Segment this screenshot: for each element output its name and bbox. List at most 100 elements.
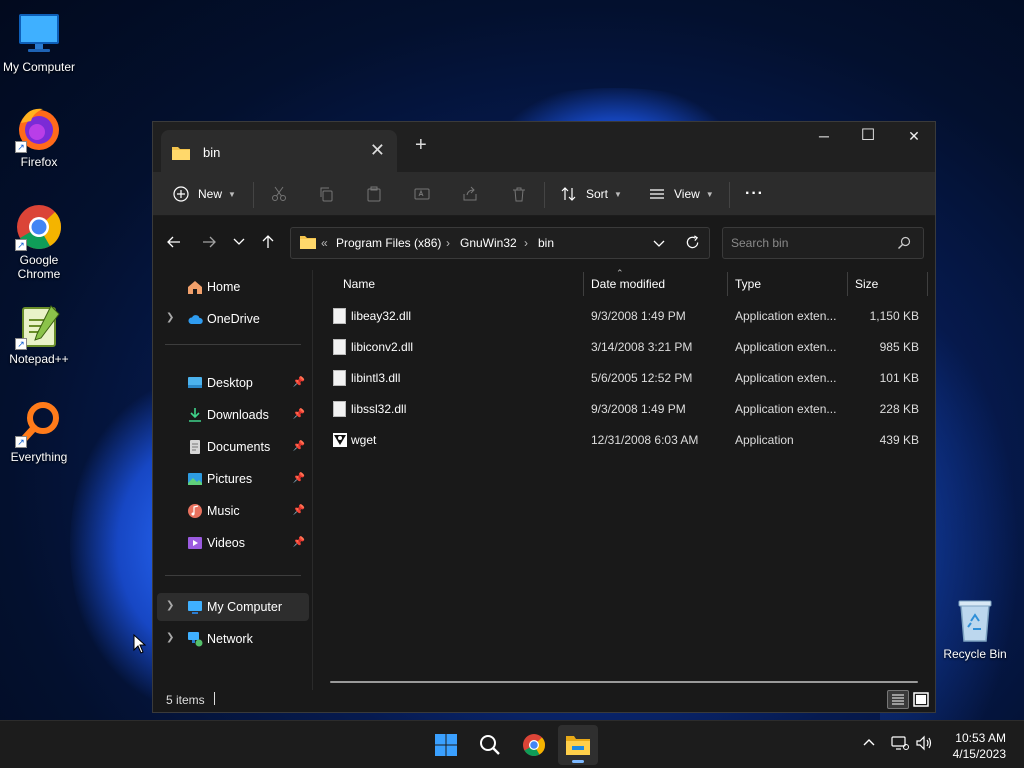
pin-icon[interactable]: 📌 [293, 473, 305, 484]
column-header-date-modified[interactable]: Date modified [585, 270, 727, 298]
pin-icon[interactable]: 📌 [293, 409, 305, 420]
tab-bin[interactable]: bin ✕ [161, 130, 397, 172]
desktop-icon-recycle-bin[interactable]: Recycle Bin [936, 597, 1014, 661]
desktop-icon-my-computer[interactable]: My Computer [0, 10, 78, 74]
maximize-button[interactable]: ☐ [845, 122, 891, 152]
rename-button[interactable] [414, 172, 430, 216]
nav-item-music[interactable]: Music 📌 [157, 497, 309, 525]
address-bar[interactable]: « Program Files (x86) › GnuWin32 › bin [290, 227, 710, 259]
dll-file-icon [333, 308, 346, 324]
chrome-icon: ↗ [15, 203, 63, 251]
dll-file-icon [333, 401, 346, 417]
delete-button[interactable] [511, 172, 527, 216]
pin-icon[interactable]: 📌 [293, 441, 305, 452]
file-row[interactable]: wget 12/31/2008 6:03 AM Application 439 … [327, 426, 933, 454]
column-separator[interactable] [847, 272, 848, 296]
paste-button[interactable] [366, 172, 382, 216]
chevron-right-icon[interactable]: ❯ [166, 632, 174, 643]
active-indicator [572, 760, 584, 763]
forward-button[interactable] [201, 234, 217, 255]
more-options-button[interactable]: ··· [745, 172, 764, 216]
view-button[interactable]: View ▼ [649, 172, 714, 216]
nav-item-home[interactable]: Home [157, 273, 309, 301]
pin-icon[interactable]: 📌 [293, 505, 305, 516]
large-icons-view-button[interactable] [912, 691, 930, 708]
nav-item-label: Home [207, 280, 241, 294]
desktop-icon-firefox[interactable]: ↗ Firefox [0, 105, 78, 169]
mouse-cursor-icon [133, 633, 147, 657]
sort-button-label: Sort [586, 187, 609, 201]
rename-icon [414, 188, 430, 200]
up-button[interactable] [260, 234, 276, 255]
nav-item-documents[interactable]: Documents 📌 [157, 433, 309, 461]
back-button[interactable] [166, 234, 182, 255]
file-date: 9/3/2008 1:49 PM [591, 309, 686, 323]
nav-divider [165, 344, 301, 345]
file-row[interactable]: libssl32.dll 9/3/2008 1:49 PM Applicatio… [327, 395, 933, 423]
cut-button[interactable] [271, 172, 287, 216]
breadcrumb-bin[interactable]: bin [538, 236, 554, 250]
recent-locations-button[interactable] [232, 234, 246, 255]
chevron-right-icon[interactable]: ❯ [166, 312, 174, 323]
new-tab-button[interactable]: + [415, 134, 427, 157]
breadcrumb-program-files[interactable]: Program Files (x86) [336, 236, 441, 250]
sort-button[interactable]: Sort ▼ [561, 172, 622, 216]
search-icon[interactable] [897, 236, 911, 253]
taskbar-chrome[interactable] [514, 725, 554, 765]
minimize-button[interactable]: ─ [801, 122, 847, 152]
desktop-icon-label: Firefox [20, 155, 58, 169]
breadcrumb-overflow[interactable]: « [321, 236, 328, 250]
nav-item-pictures[interactable]: Pictures 📌 [157, 465, 309, 493]
start-button[interactable] [426, 725, 466, 765]
desktop-icon-everything[interactable]: ↗ Everything [0, 400, 78, 464]
pin-icon[interactable]: 📌 [293, 377, 305, 388]
pin-icon[interactable]: 📌 [293, 537, 305, 548]
desktop-icon-notepad-plus-plus[interactable]: ↗ Notepad++ [0, 302, 78, 366]
nav-item-label: Documents [207, 440, 271, 454]
status-bar: 5 items [153, 688, 935, 712]
music-icon [187, 503, 203, 519]
copy-button[interactable] [318, 172, 334, 216]
details-view-button[interactable] [887, 690, 909, 709]
nav-item-my-computer[interactable]: ❯ My Computer [157, 593, 309, 621]
nav-item-network[interactable]: ❯ Network [157, 625, 309, 653]
file-date: 9/3/2008 1:49 PM [591, 402, 686, 416]
clock[interactable]: 10:53 AM 4/15/2023 [953, 730, 1006, 762]
file-row[interactable]: libeay32.dll 9/3/2008 1:49 PM Applicatio… [327, 302, 933, 330]
taskbar-file-explorer[interactable] [558, 725, 598, 765]
shortcut-arrow-icon: ↗ [15, 141, 27, 153]
column-header-type[interactable]: Type [729, 270, 847, 298]
volume-button[interactable] [916, 735, 934, 754]
column-header-name[interactable]: Name [337, 270, 583, 298]
column-separator[interactable] [727, 272, 728, 296]
close-tab-button[interactable]: ✕ [370, 140, 385, 161]
search-input[interactable] [723, 228, 893, 258]
chevron-right-icon[interactable]: ❯ [166, 600, 174, 611]
everything-search-icon: ↗ [15, 400, 63, 448]
nav-item-videos[interactable]: Videos 📌 [157, 529, 309, 557]
show-hidden-icons-button[interactable] [862, 735, 876, 752]
separator [729, 182, 730, 208]
nav-item-desktop[interactable]: Desktop 📌 [157, 369, 309, 397]
nav-item-downloads[interactable]: Downloads 📌 [157, 401, 309, 429]
share-button[interactable] [462, 172, 478, 216]
address-dropdown-button[interactable] [653, 236, 665, 253]
search-box[interactable] [722, 227, 924, 259]
nav-item-onedrive[interactable]: ❯ OneDrive [157, 305, 309, 333]
file-row[interactable]: libiconv2.dll 3/14/2008 3:21 PM Applicat… [327, 333, 933, 361]
refresh-button[interactable] [685, 235, 700, 253]
network-status-button[interactable] [891, 735, 909, 754]
column-header-size[interactable]: Size [849, 270, 927, 298]
column-separator[interactable] [927, 272, 928, 296]
horizontal-scrollbar[interactable] [330, 681, 918, 683]
desktop-icon-chrome[interactable]: ↗ Google Chrome [0, 203, 78, 281]
file-row[interactable]: libintl3.dll 5/6/2005 12:52 PM Applicati… [327, 364, 933, 392]
column-separator[interactable] [583, 272, 584, 296]
breadcrumb-gnuwin32[interactable]: GnuWin32 [460, 236, 517, 250]
close-window-button[interactable]: ✕ [891, 122, 937, 152]
chevron-down-icon: ▼ [705, 189, 714, 199]
search-button[interactable] [470, 725, 510, 765]
file-type: Application exten... [735, 340, 837, 354]
trash-icon [513, 187, 525, 202]
new-button[interactable]: New ▼ [173, 172, 236, 216]
